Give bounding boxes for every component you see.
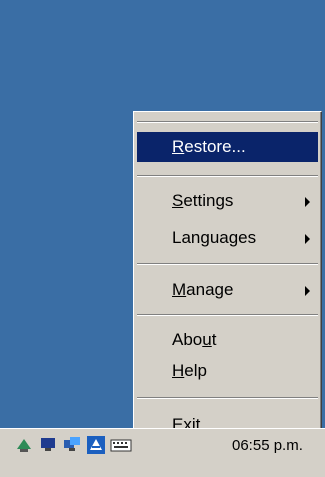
- menu-item-about[interactable]: About: [137, 325, 318, 355]
- monitor-icon[interactable]: [38, 435, 58, 455]
- menu-item-settings[interactable]: Settings: [137, 186, 318, 216]
- manage-label: Manage: [172, 280, 234, 299]
- menu-separator: [137, 175, 318, 177]
- context-menu: Restore... Settings Languages Manage Abo…: [133, 111, 322, 446]
- network-monitor-icon[interactable]: [62, 435, 82, 455]
- help-label: Help: [172, 361, 207, 380]
- about-label: About: [172, 330, 217, 349]
- taskbar: 06:55 p.m.: [0, 428, 325, 477]
- network-icon[interactable]: [14, 435, 34, 455]
- menu-item-manage[interactable]: Manage: [137, 275, 318, 305]
- submenu-arrow-icon: [305, 234, 310, 244]
- languages-label: Languages: [172, 228, 257, 247]
- app-icon[interactable]: [86, 435, 106, 455]
- menu-item-languages[interactable]: Languages: [137, 223, 318, 253]
- menu-separator: [137, 314, 318, 316]
- menu-separator: [137, 397, 318, 399]
- taskbar-clock[interactable]: 06:55 p.m.: [232, 435, 325, 457]
- submenu-arrow-icon: [305, 286, 310, 296]
- restore-label: Restore...: [172, 137, 246, 156]
- keyboard-icon[interactable]: [110, 435, 132, 455]
- settings-label: Settings: [172, 191, 234, 210]
- menu-item-restore[interactable]: Restore...: [137, 132, 318, 162]
- menu-separator: [137, 263, 318, 265]
- menu-separator: [137, 121, 318, 123]
- menu-item-help[interactable]: Help: [137, 356, 318, 386]
- submenu-arrow-icon: [305, 197, 310, 207]
